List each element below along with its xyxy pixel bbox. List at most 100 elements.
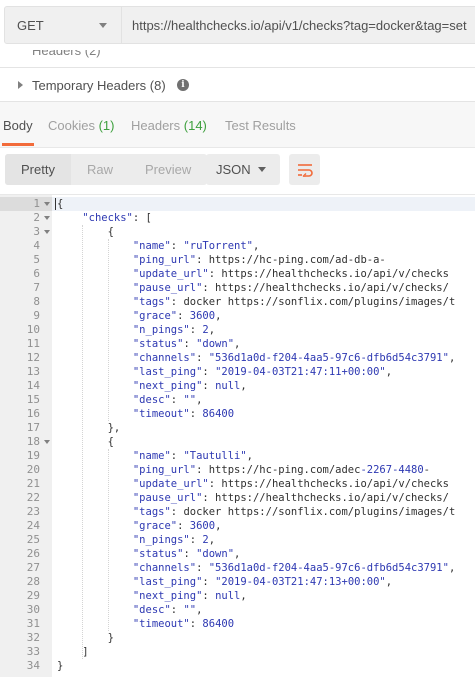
line-number: 18: [26, 435, 40, 448]
preview-button[interactable]: Preview: [129, 154, 207, 185]
code-line: "update_url": https://healthchecks.io/ap…: [132, 478, 449, 490]
line-number: 19: [26, 449, 40, 462]
chevron-down-icon: [258, 167, 266, 172]
code-line: "status": "down",: [132, 548, 241, 560]
code-line: "name": "ruTorrent",: [132, 240, 260, 252]
code-line: "update_url": https://healthchecks.io/ap…: [132, 268, 449, 280]
tab-cookies[interactable]: Cookies (1): [48, 118, 114, 133]
code-line: "timeout": 86400: [132, 618, 235, 630]
line-number: 4: [33, 239, 40, 252]
code-line: "name": "Tautulli",: [132, 450, 253, 462]
line-number: 29: [26, 589, 40, 602]
tab-headers-label: Headers: [131, 118, 181, 133]
code-line: "pause_url": https://healthchecks.io/api…: [132, 282, 449, 294]
code-line: "last_ping": "2019-04-03T21:47:13+00:00"…: [132, 576, 393, 588]
response-tabs: Body Cookies (1) Headers (14) Test Resul…: [0, 102, 475, 148]
info-icon[interactable]: i: [177, 79, 189, 91]
request-bar: GET https://healthchecks.io/api/v1/check…: [0, 0, 475, 50]
cookies-count: (1): [98, 118, 115, 133]
line-number: 30: [26, 603, 40, 616]
line-number: 14: [26, 379, 40, 392]
headers-partial-label: Headers (2): [32, 50, 101, 58]
fold-toggle-icon[interactable]: [44, 216, 50, 220]
response-body-editor[interactable]: 1 2 3 4 5 6 7 8 9 10 11 12 13 14 15 16 17 18 19 20 21 22 23 24 2…: [0, 194, 475, 677]
url-input[interactable]: https://healthchecks.io/api/v1/checks?ta…: [122, 6, 475, 44]
tab-test-results[interactable]: Test Results: [225, 118, 296, 133]
format-label: JSON: [216, 162, 251, 177]
line-number: 24: [26, 519, 40, 532]
code-line: "checks": [: [82, 212, 152, 224]
line-number: 5: [33, 253, 40, 266]
code-line: {: [57, 198, 64, 210]
code-line: }: [57, 632, 114, 644]
temporary-headers-label: Temporary Headers (8): [32, 78, 166, 93]
code-line: "tags": docker https://sonflix.com/plugi…: [132, 296, 456, 308]
response-toolbar: Pretty Raw Preview JSON: [0, 148, 475, 194]
tab-headers[interactable]: Headers (14): [131, 118, 207, 133]
view-mode-group: Pretty Raw Preview: [5, 154, 208, 185]
line-number: 31: [26, 617, 40, 630]
line-number: 26: [26, 547, 40, 560]
tab-cookies-label: Cookies: [48, 118, 95, 133]
line-number: 34: [26, 659, 40, 672]
line-number: 8: [33, 295, 40, 308]
line-number: 20: [26, 463, 40, 476]
raw-button[interactable]: Raw: [71, 154, 129, 185]
method-select[interactable]: GET: [4, 6, 122, 44]
code-line: "n_pings": 2,: [132, 534, 216, 546]
code-line: "status": "down",: [132, 338, 241, 350]
caret-right-icon[interactable]: [18, 81, 23, 89]
line-number: 2: [33, 211, 40, 224]
line-number: 17: [26, 421, 40, 434]
code-content[interactable]: { "checks": [ { "name": "ruTorrent", "pi…: [57, 197, 475, 677]
code-line: "tags": docker https://sonflix.com/plugi…: [132, 506, 456, 518]
code-line: "channels": "536d1a0d-f204-4aa5-97c6-dfb…: [132, 352, 456, 364]
line-number: 32: [26, 631, 40, 644]
wrap-lines-button[interactable]: [289, 154, 320, 185]
format-select[interactable]: JSON: [206, 154, 280, 185]
line-number: 28: [26, 575, 40, 588]
line-number: 9: [33, 309, 40, 322]
code-line: "timeout": 86400: [132, 408, 235, 420]
headers-count: (14): [183, 118, 207, 133]
line-number: 12: [26, 351, 40, 364]
line-number: 1: [33, 197, 40, 210]
code-line: "ping_url": https://hc-ping.com/ad-db-a-: [132, 254, 386, 266]
url-text: https://healthchecks.io/api/v1/checks?ta…: [132, 17, 467, 33]
code-line: ]: [57, 646, 89, 658]
line-number: 3: [33, 225, 40, 238]
line-number: 7: [33, 281, 40, 294]
line-number: 23: [26, 505, 40, 518]
active-tab-indicator: [2, 143, 34, 146]
code-line: "last_ping": "2019-04-03T21:47:11+00:00"…: [132, 366, 393, 378]
chevron-down-icon: [99, 23, 107, 28]
line-number: 25: [26, 533, 40, 546]
code-line: "ping_url": https://hc-ping.com/adec-226…: [132, 464, 430, 476]
method-label: GET: [17, 17, 44, 33]
line-number: 15: [26, 393, 40, 406]
code-line: },: [57, 422, 121, 434]
code-line: {: [57, 436, 114, 448]
code-line: }: [57, 660, 64, 672]
line-number: 13: [26, 365, 40, 378]
code-line: "desc": "",: [132, 394, 203, 406]
fold-toggle-icon[interactable]: [44, 440, 50, 444]
fold-toggle-icon[interactable]: [44, 230, 50, 234]
code-line: "desc": "",: [132, 604, 203, 616]
code-line: "n_pings": 2,: [132, 324, 216, 336]
tab-body[interactable]: Body: [3, 118, 33, 133]
line-number: 33: [26, 645, 40, 658]
line-number: 21: [26, 477, 40, 490]
code-line: "grace": 3600,: [132, 520, 222, 532]
wrap-lines-icon: [297, 163, 313, 177]
fold-toggle-icon[interactable]: [44, 202, 50, 206]
pretty-button[interactable]: Pretty: [5, 154, 71, 185]
temporary-headers-row[interactable]: Temporary Headers (8) i: [0, 68, 475, 102]
code-line: {: [57, 226, 114, 238]
line-number: 16: [26, 407, 40, 420]
code-line: "grace": 3600,: [132, 310, 222, 322]
text-cursor: [55, 198, 56, 210]
line-number: 27: [26, 561, 40, 574]
code-line: "next_ping": null,: [132, 380, 247, 392]
line-number: 6: [33, 267, 40, 280]
